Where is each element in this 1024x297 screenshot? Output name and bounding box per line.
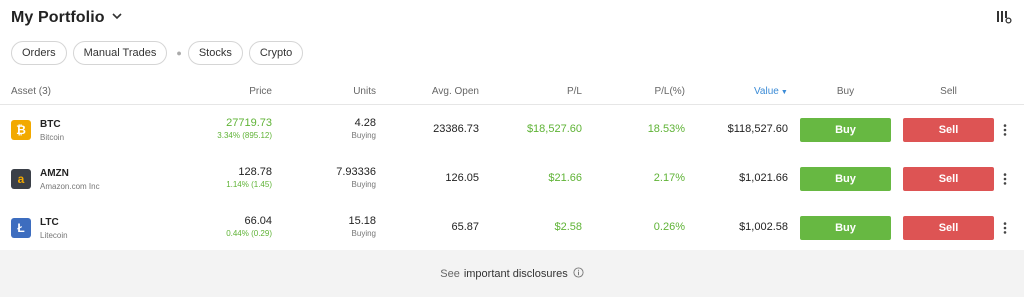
avg-open-value: 65.87 xyxy=(451,221,479,233)
columns-settings-icon[interactable] xyxy=(996,10,1012,29)
units-status: Buying xyxy=(351,131,376,140)
pl-pct-value: 2.17% xyxy=(653,172,685,184)
asset-name: Bitcoin xyxy=(40,133,65,142)
sell-button[interactable]: Sell xyxy=(903,118,994,142)
price-change: 1.14% (1.45) xyxy=(226,180,272,189)
pl-pct-value: 0.26% xyxy=(653,221,685,233)
important-disclosures-link[interactable]: important disclosures xyxy=(464,268,568,280)
kebab-menu-icon[interactable] xyxy=(1003,221,1007,239)
filter-crypto[interactable]: Crypto xyxy=(248,41,304,65)
sort-desc-icon: ▼ xyxy=(780,89,788,96)
buy-button[interactable]: Buy xyxy=(800,118,891,142)
units-value: 15.18 xyxy=(348,215,376,227)
table-header: Asset (3) Price Units Avg. Open P/L P/L(… xyxy=(0,80,1024,105)
kebab-menu-icon[interactable] xyxy=(1003,172,1007,190)
filter-orders[interactable]: Orders xyxy=(11,41,67,65)
col-buy: Buy xyxy=(836,86,855,97)
pl-value: $18,527.60 xyxy=(526,123,582,135)
col-sell: Sell xyxy=(940,86,957,97)
col-units[interactable]: Units xyxy=(353,86,376,97)
position-value: $1,021.66 xyxy=(739,172,788,184)
pl-value: $21.66 xyxy=(548,172,582,184)
buy-button[interactable]: Buy xyxy=(800,167,891,191)
chevron-down-icon[interactable] xyxy=(111,9,123,27)
disclosures-footer: See important disclosures xyxy=(0,250,1024,297)
table-row[interactable]: Ł LTC Litecoin 66.04 0.44% (0.29) 15.18 … xyxy=(0,203,1024,253)
sell-button[interactable]: Sell xyxy=(903,216,994,240)
price-value: 66.04 xyxy=(244,215,272,227)
sell-button[interactable]: Sell xyxy=(903,167,994,191)
price-value: 27719.73 xyxy=(226,117,272,129)
portfolio-header[interactable]: My Portfolio xyxy=(11,8,123,27)
bitcoin-logo-icon: ₿ xyxy=(11,120,31,140)
col-price[interactable]: Price xyxy=(249,86,272,97)
footer-prefix: See xyxy=(440,267,460,280)
position-value: $1,002.58 xyxy=(739,221,788,233)
filter-stocks[interactable]: Stocks xyxy=(187,41,243,65)
asset-name: Litecoin xyxy=(40,231,68,240)
units-status: Buying xyxy=(351,229,376,238)
price-change: 3.34% (895.12) xyxy=(217,131,272,140)
avg-open-value: 126.05 xyxy=(445,172,479,184)
asset-symbol[interactable]: AMZN xyxy=(40,168,69,179)
units-value: 4.28 xyxy=(354,117,376,129)
col-value-label: Value xyxy=(754,86,779,97)
col-pl-pct[interactable]: P/L(%) xyxy=(654,86,685,97)
asset-symbol[interactable]: BTC xyxy=(40,119,61,130)
table-row[interactable]: a AMZN Amazon.com Inc 128.78 1.14% (1.45… xyxy=(0,154,1024,204)
asset-symbol[interactable]: LTC xyxy=(40,217,59,228)
pl-pct-value: 18.53% xyxy=(647,123,685,135)
avg-open-value: 23386.73 xyxy=(433,123,479,135)
units-value: 7.93336 xyxy=(336,166,376,178)
col-pl[interactable]: P/L xyxy=(567,86,582,97)
col-asset[interactable]: Asset (3) xyxy=(11,86,51,97)
info-icon[interactable] xyxy=(573,266,584,281)
col-value[interactable]: Value ▼ xyxy=(754,86,788,97)
asset-name: Amazon.com Inc xyxy=(40,182,100,191)
kebab-menu-icon[interactable] xyxy=(1003,123,1007,141)
filter-manual-trades[interactable]: Manual Trades xyxy=(72,41,168,65)
filter-separator: ● xyxy=(176,48,182,58)
price-change: 0.44% (0.29) xyxy=(226,229,272,238)
position-value: $118,527.60 xyxy=(727,123,788,135)
price-value: 128.78 xyxy=(238,166,272,178)
col-avg-open[interactable]: Avg. Open xyxy=(432,86,479,97)
table-row[interactable]: ₿ BTC Bitcoin 27719.73 3.34% (895.12) 4.… xyxy=(0,105,1024,155)
pl-value: $2.58 xyxy=(554,221,582,233)
litecoin-logo-icon: Ł xyxy=(11,218,31,238)
filter-bar: Orders Manual Trades ● Stocks Crypto xyxy=(11,41,309,65)
amazon-logo-icon: a xyxy=(11,169,31,189)
units-status: Buying xyxy=(351,180,376,189)
buy-button[interactable]: Buy xyxy=(800,216,891,240)
page-title[interactable]: My Portfolio xyxy=(11,9,105,27)
